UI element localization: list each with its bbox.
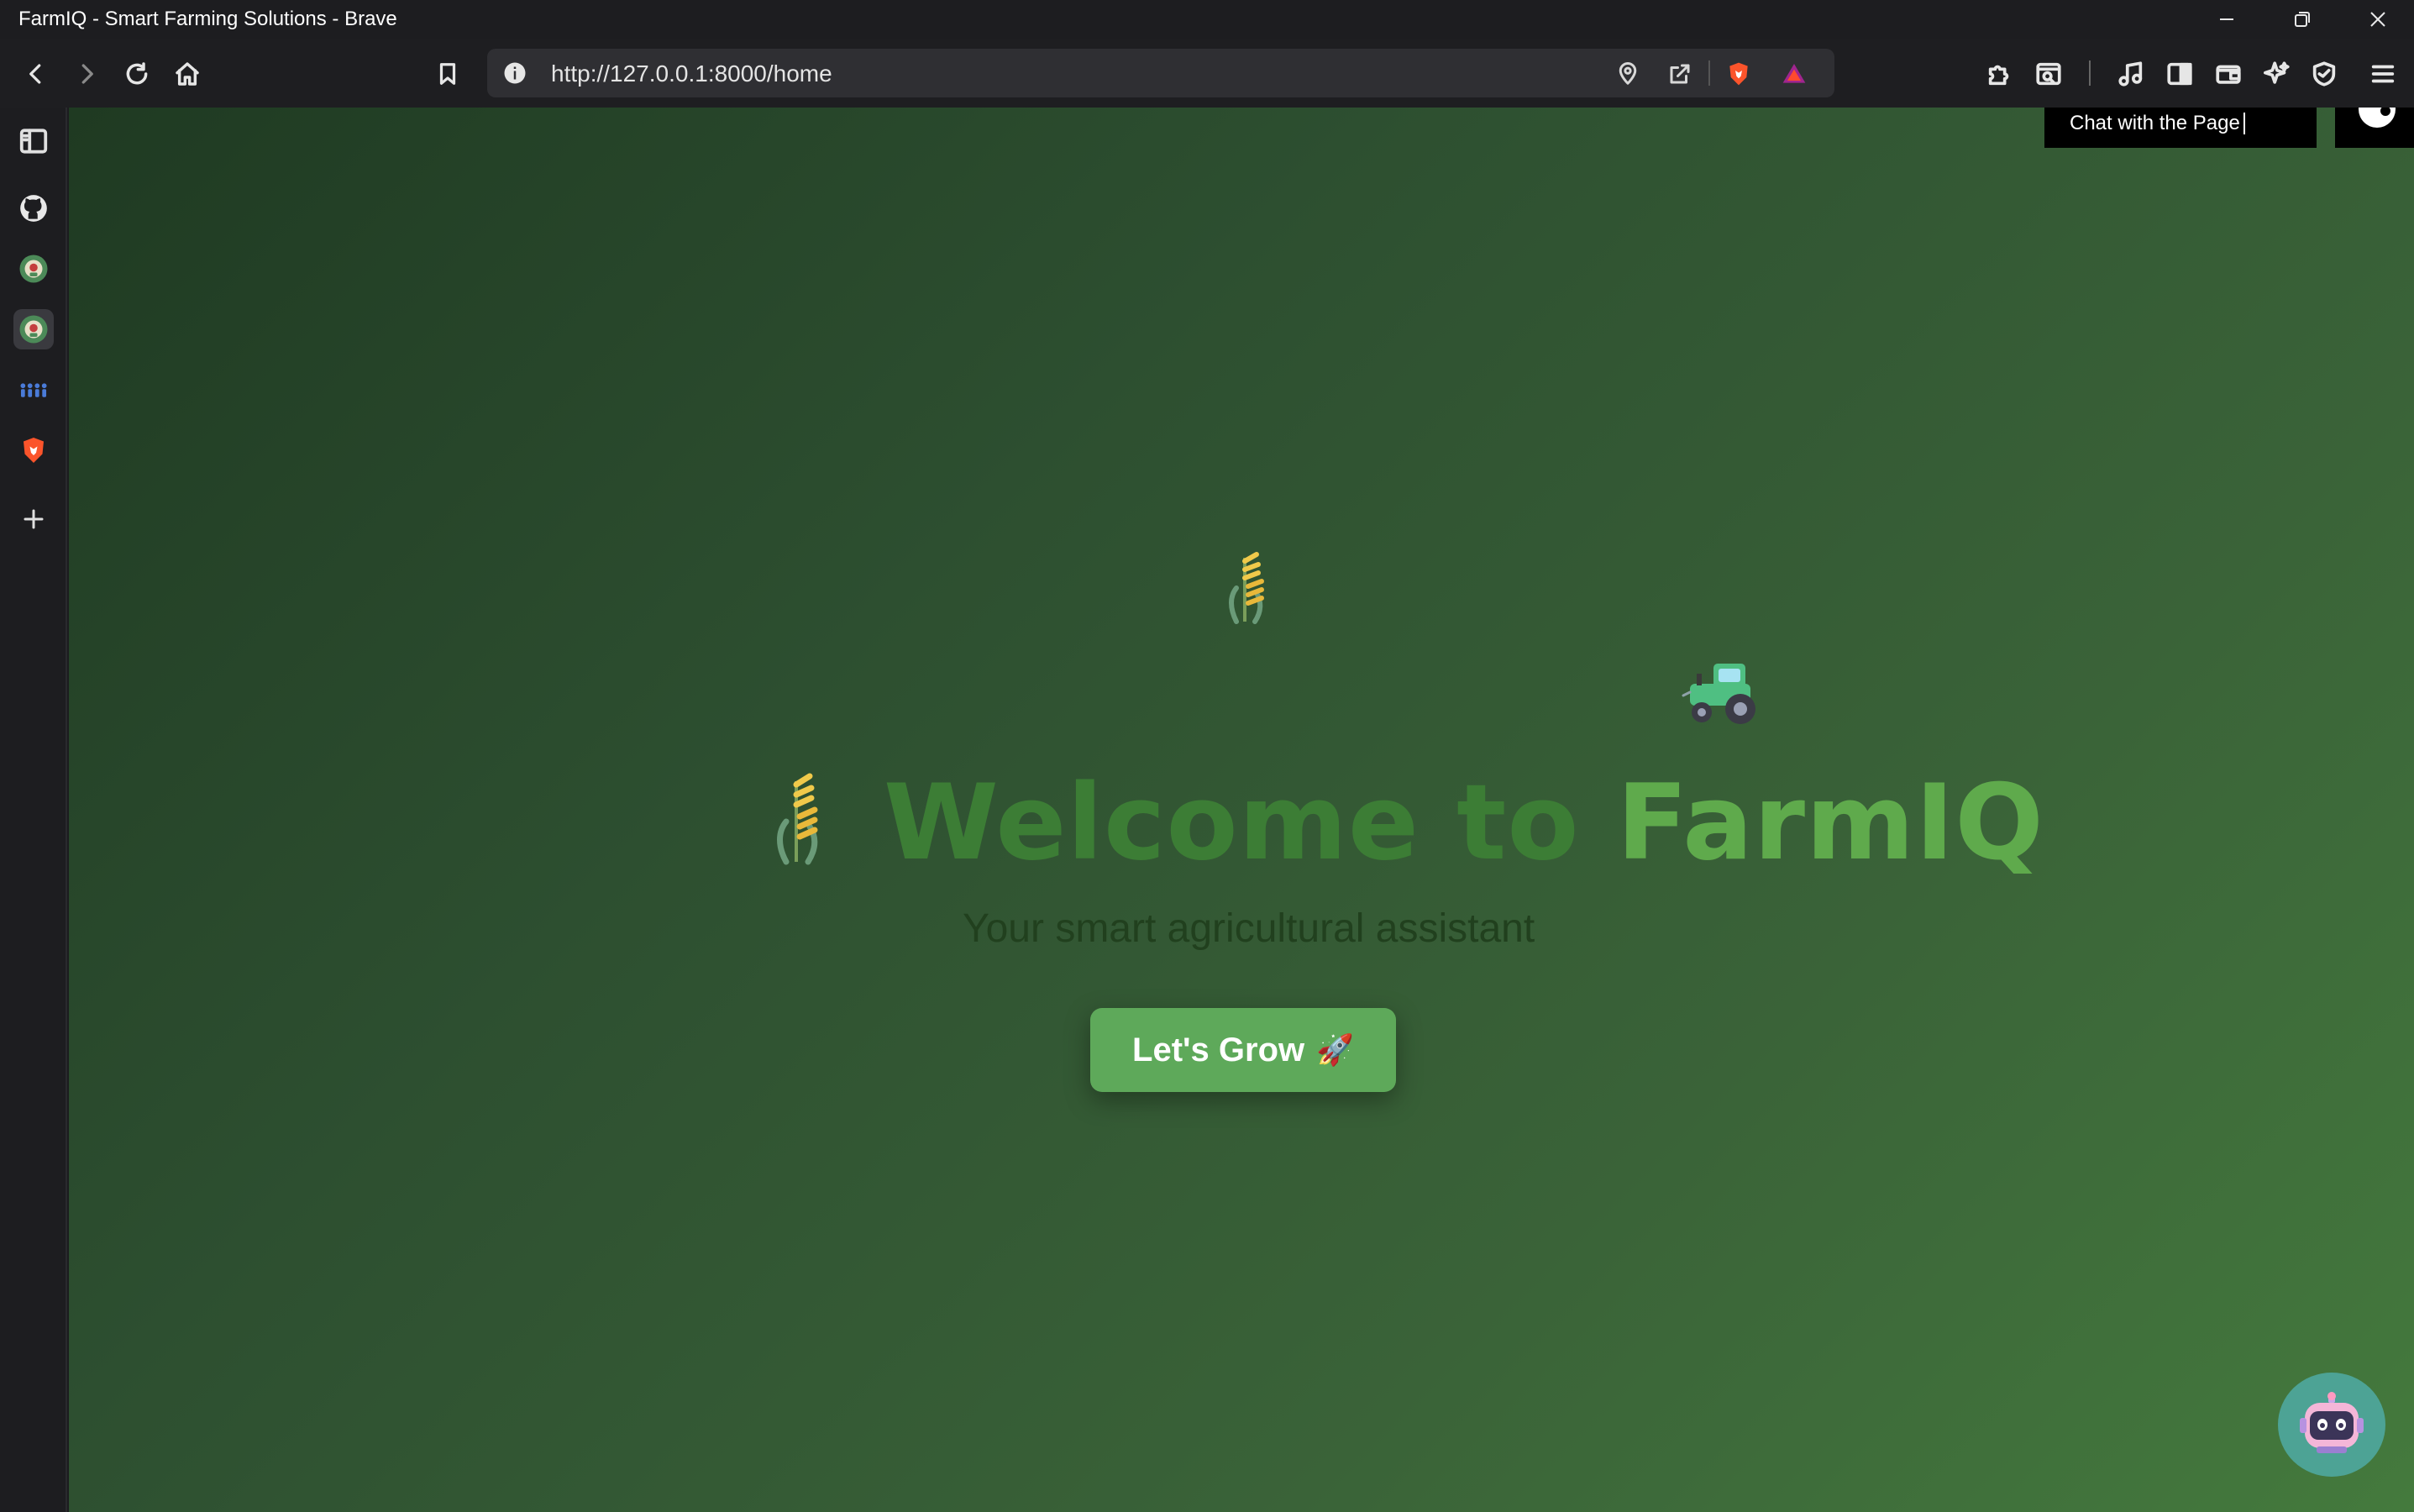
forward-button[interactable] — [67, 55, 106, 93]
location-button[interactable] — [1614, 60, 1641, 87]
farmiq-favicon-icon — [19, 315, 48, 344]
chat-with-page-bubble[interactable]: Chat with the Page — [2044, 108, 2317, 148]
sidebar-item-github[interactable] — [13, 188, 54, 228]
chat-bubble-text: Chat with the Page — [2070, 112, 2240, 134]
home-button[interactable] — [168, 55, 207, 93]
lets-grow-label: Let's Grow — [1132, 1031, 1305, 1068]
hero-wheat-icon — [777, 773, 818, 865]
vpn-icon — [2312, 61, 2336, 87]
rocket-icon: 🚀 — [1316, 1032, 1354, 1067]
hero-subtitle: Your smart agricultural assistant — [963, 906, 1535, 951]
toolbar-divider — [2089, 60, 2091, 86]
restore-button[interactable] — [2264, 0, 2340, 39]
reload-button[interactable] — [118, 55, 156, 93]
sidebar-toggle-icon — [2167, 62, 2192, 86]
chat-avatar-top[interactable] — [2335, 108, 2414, 148]
bookmark-icon — [439, 63, 456, 85]
chatbot-button[interactable] — [2278, 1373, 2385, 1477]
browser-toolbar: http://127.0.0.1:8000/home — [0, 39, 2414, 108]
hero-title-welcome: Welcome to — [884, 763, 1617, 884]
media-icon — [2118, 61, 2143, 87]
location-icon — [1619, 62, 1637, 85]
minimize-button[interactable] — [2189, 0, 2264, 39]
hero-title: Welcome to FarmIQ — [884, 763, 2044, 884]
wallet-button[interactable] — [2209, 55, 2248, 93]
chat-avatar-icon — [2359, 108, 2396, 128]
bookmark-button[interactable] — [428, 55, 467, 93]
browser-window: FarmIQ - Smart Farming Solutions - Brave — [0, 0, 2414, 1512]
minimize-icon — [2220, 18, 2233, 20]
brave-icon — [24, 438, 44, 463]
hero-title-brand: FarmIQ — [1616, 763, 2044, 884]
sidebar-panel-icon — [19, 129, 48, 154]
site-info-icon[interactable] — [502, 60, 527, 86]
wallet-icon — [2216, 65, 2241, 84]
screenshot-icon — [2036, 62, 2061, 86]
close-icon — [2370, 12, 2385, 27]
rewards-icon — [1782, 64, 1806, 83]
sidebar-item-farmiq-1[interactable] — [13, 249, 54, 289]
leo-ai-icon — [2263, 61, 2290, 84]
forward-icon — [81, 64, 93, 84]
media-button[interactable] — [2112, 55, 2150, 93]
brave-rewards-button[interactable] — [1781, 60, 1808, 87]
vpn-button[interactable] — [2305, 55, 2343, 93]
sidebar-panel-button[interactable] — [13, 121, 54, 161]
sidebar-item-brave[interactable] — [13, 430, 54, 470]
people-icon — [20, 383, 47, 397]
share-button[interactable] — [1666, 60, 1693, 87]
url-text[interactable]: http://127.0.0.1:8000/home — [551, 60, 832, 87]
restore-icon — [2295, 12, 2310, 27]
page-content: Chat with the Page Welcome to FarmIQ You… — [69, 108, 2414, 1512]
brave-shields-button[interactable] — [1725, 60, 1752, 87]
sidebar-item-people[interactable] — [13, 370, 54, 410]
sidebar-toggle-button[interactable] — [2160, 55, 2199, 93]
sidebar-add-button[interactable] — [13, 499, 54, 539]
lets-grow-button[interactable]: Let's Grow 🚀 — [1090, 1008, 1396, 1092]
browser-sidebar — [0, 108, 67, 1512]
title-bar: FarmIQ - Smart Farming Solutions - Brave — [0, 0, 2414, 39]
leo-ai-button[interactable] — [2258, 55, 2296, 93]
plus-icon — [24, 509, 44, 529]
back-button[interactable] — [17, 55, 55, 93]
brave-shields-icon — [1729, 62, 1748, 86]
wheat-icon — [1229, 552, 1264, 624]
extensions-button[interactable] — [1981, 55, 2019, 93]
back-icon — [29, 64, 41, 84]
window-title: FarmIQ - Smart Farming Solutions - Brave — [18, 8, 397, 30]
main-menu-button[interactable] — [2364, 55, 2402, 93]
tractor-icon — [1682, 664, 1755, 724]
farmiq-favicon-icon — [19, 255, 48, 283]
menu-icon — [2371, 65, 2395, 83]
screenshot-button[interactable] — [2029, 55, 2068, 93]
home-icon — [176, 62, 199, 86]
close-window-button[interactable] — [2340, 0, 2414, 39]
robot-icon — [2300, 1392, 2364, 1453]
address-bar[interactable]: http://127.0.0.1:8000/home — [487, 49, 1834, 97]
sidebar-item-farmiq-2[interactable] — [13, 309, 54, 349]
github-icon — [20, 195, 47, 222]
reload-icon — [126, 62, 148, 85]
share-icon — [1670, 64, 1690, 84]
extensions-icon — [1988, 65, 2009, 86]
address-bar-divider — [1708, 60, 1710, 86]
